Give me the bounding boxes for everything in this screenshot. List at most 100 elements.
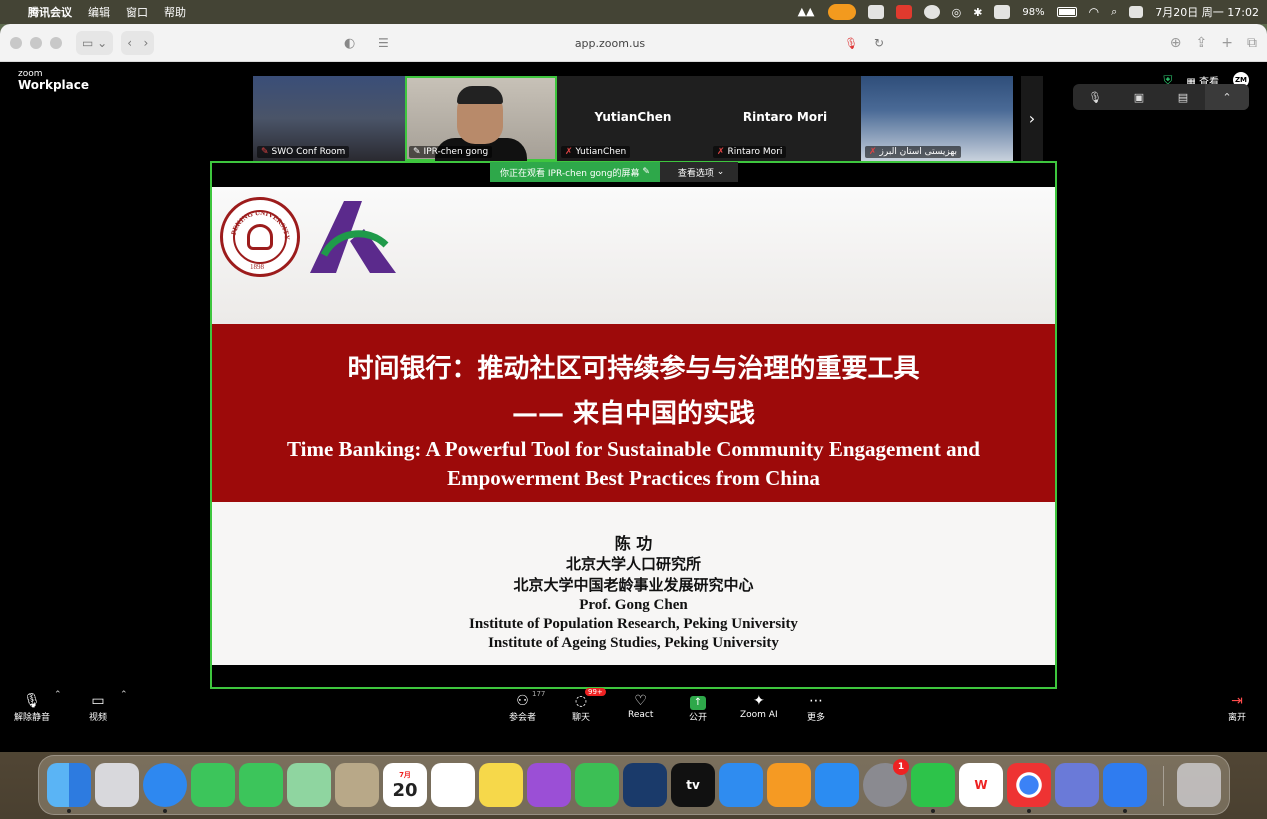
tile-display-name: Rintaro Mori bbox=[742, 110, 828, 124]
gallery-next-button[interactable]: › bbox=[1021, 76, 1043, 161]
calendar-month: 7月 bbox=[399, 770, 411, 779]
react-button[interactable]: ♡ React bbox=[628, 692, 653, 720]
numbers-icon[interactable] bbox=[575, 763, 619, 807]
tencent-meeting-icon[interactable] bbox=[1103, 763, 1147, 813]
toolbar-right: ⊕ ⇪ + ⧉ bbox=[1170, 35, 1257, 51]
view-options-button[interactable]: 查看选项 ⌄ bbox=[659, 162, 739, 182]
zoom-ai-button[interactable]: ✦ Zoom AI bbox=[740, 692, 778, 720]
slide-header: PEKING UNIVERSITY 1898 bbox=[212, 187, 1055, 324]
wechat-tray-icon[interactable] bbox=[923, 5, 940, 19]
bluetooth-icon[interactable]: ✱ bbox=[973, 6, 982, 19]
tray-app-icon[interactable] bbox=[895, 5, 912, 19]
privacy-shield-icon[interactable]: ◐ bbox=[344, 36, 355, 51]
menu-bar: 腾讯会议 编辑 窗口 帮助 ▲▲ ◎ ✱ 98% ◠ ⌕ 7月20日 周一 17… bbox=[0, 0, 1267, 24]
mic-in-use-icon[interactable] bbox=[827, 4, 856, 20]
share-arrow-icon: ↑ bbox=[690, 696, 706, 710]
facetime-icon[interactable] bbox=[191, 763, 235, 807]
trash-icon[interactable] bbox=[1177, 763, 1221, 807]
share-icon[interactable]: ⇪ bbox=[1196, 35, 1208, 51]
tile-name: ✎ IPR-chen gong bbox=[409, 146, 493, 158]
tray-app-icon[interactable] bbox=[867, 5, 884, 19]
zoom-logo: zoom Workplace bbox=[18, 69, 89, 91]
url-text[interactable]: app.zoom.us bbox=[575, 37, 645, 50]
menu-app-name[interactable]: 腾讯会议 bbox=[28, 4, 72, 20]
notes-icon[interactable] bbox=[479, 763, 523, 807]
chat-button[interactable]: ◌ 聊天 bbox=[572, 692, 590, 723]
menu-clock[interactable]: 7月20日 周一 17:02 bbox=[1155, 4, 1259, 20]
apple-tv-icon[interactable]: tv bbox=[671, 763, 715, 807]
reminders-icon[interactable] bbox=[431, 763, 475, 807]
freeform-icon[interactable] bbox=[623, 763, 667, 807]
video-tile-yutianchen[interactable]: YutianChen ✗ YutianChen bbox=[557, 76, 709, 161]
video-button[interactable]: ▭ 视频 bbox=[89, 692, 107, 723]
wps-icon[interactable]: W bbox=[959, 763, 1003, 807]
window-controls bbox=[10, 36, 62, 49]
share-screen-button[interactable]: ↑ 公开 bbox=[689, 692, 707, 723]
app-store-icon[interactable] bbox=[815, 763, 859, 807]
video-tile-alborz[interactable]: ✗ بهزیستی استان البرز bbox=[861, 76, 1013, 161]
page-menu-icon[interactable]: ☰ bbox=[378, 36, 389, 50]
settings-badge: 1 bbox=[893, 759, 909, 775]
system-settings-icon[interactable]: 1 bbox=[863, 759, 909, 807]
back-forward-buttons[interactable]: ‹ › bbox=[121, 30, 155, 55]
affiliation-en-1: Institute of Population Research, Peking… bbox=[469, 616, 798, 632]
slide-author-block: 陈 功 北京大学人口研究所 北京大学中国老龄事业发展研究中心 Prof. Gon… bbox=[212, 502, 1055, 665]
close-window-button[interactable] bbox=[10, 36, 22, 49]
mic-icon[interactable]: 🎙 bbox=[1073, 84, 1117, 110]
wifi-icon[interactable]: ◠ bbox=[1089, 5, 1099, 19]
chevron-up-icon[interactable]: ⌃ bbox=[120, 690, 128, 700]
remote-app-icon[interactable] bbox=[1055, 763, 1099, 807]
downloads-icon[interactable]: ⊕ bbox=[1170, 35, 1182, 51]
tab-overview-icon[interactable]: ⧉ bbox=[1247, 35, 1257, 51]
video-tile-ipr-chen-gong[interactable]: ✎ IPR-chen gong bbox=[405, 76, 557, 161]
author-name-cn: 陈 功 bbox=[614, 534, 653, 553]
minimize-window-button[interactable] bbox=[30, 36, 42, 49]
video-tile-swo[interactable]: ✎ SWO Conf Room bbox=[253, 76, 405, 161]
input-method-icon[interactable] bbox=[994, 5, 1011, 19]
react-label: React bbox=[628, 710, 654, 720]
video-gallery: ✎ SWO Conf Room ✎ IPR-chen gong YutianChen… bbox=[253, 76, 1013, 161]
unmute-button[interactable]: 🎙 解除静音 bbox=[14, 692, 50, 723]
chevron-up-icon[interactable]: ⌃ bbox=[1205, 84, 1249, 110]
mic-active-icon[interactable]: 🎙 bbox=[844, 37, 858, 50]
chevron-up-icon[interactable]: ⌃ bbox=[54, 690, 62, 700]
dock-separator bbox=[1163, 766, 1164, 806]
control-center-icon[interactable] bbox=[1129, 6, 1144, 18]
reload-icon[interactable]: ↻ bbox=[874, 36, 884, 50]
share-label: 公开 bbox=[689, 713, 708, 723]
tile-name: ✗ بهزیستی استان البرز bbox=[865, 146, 962, 158]
chrome-icon[interactable] bbox=[1007, 763, 1051, 813]
address-bar[interactable]: ◐ ☰ app.zoom.us 🎙 ↻ bbox=[330, 31, 890, 55]
finder-icon[interactable] bbox=[47, 763, 91, 813]
spotlight-search-icon[interactable]: ⌕ bbox=[1111, 5, 1117, 19]
pages-icon[interactable] bbox=[767, 763, 811, 807]
affiliation-cn-2: 北京大学中国老龄事业发展研究中心 bbox=[513, 576, 754, 594]
video-tile-rintaro-mori[interactable]: Rintaro Mori ✗ Rintaro Mori bbox=[709, 76, 861, 161]
safari-icon[interactable] bbox=[143, 763, 187, 813]
more-icon: ⋯ bbox=[809, 693, 823, 709]
more-button[interactable]: ⋯ 更多 bbox=[807, 692, 825, 723]
podcasts-icon[interactable] bbox=[527, 763, 571, 807]
sidebar-toggle-button[interactable]: ▭ ⌄ bbox=[76, 30, 114, 55]
contacts-icon[interactable] bbox=[335, 763, 379, 807]
launchpad-icon[interactable] bbox=[95, 763, 139, 807]
leave-button[interactable]: ⇥ 离开 bbox=[1228, 692, 1246, 723]
zoom-window-button[interactable] bbox=[50, 36, 62, 49]
forward-icon: › bbox=[143, 35, 149, 50]
messages-icon[interactable] bbox=[239, 763, 283, 807]
screen-icon[interactable]: ▤ bbox=[1161, 84, 1205, 110]
tile-name: ✗ YutianChen bbox=[561, 146, 631, 158]
calendar-icon[interactable]: 7月 20 bbox=[383, 763, 427, 807]
menu-window[interactable]: 窗口 bbox=[126, 4, 148, 20]
menu-edit[interactable]: 编辑 bbox=[88, 4, 110, 20]
airdrop-icon[interactable]: ◎ bbox=[952, 6, 962, 19]
menu-help[interactable]: 帮助 bbox=[164, 4, 186, 20]
keynote-icon[interactable] bbox=[719, 763, 763, 807]
peking-university-seal-logo: PEKING UNIVERSITY 1898 bbox=[220, 197, 300, 277]
video-off-icon[interactable]: ▣ bbox=[1117, 84, 1161, 110]
battery-icon[interactable] bbox=[1056, 7, 1077, 17]
new-tab-icon[interactable]: + bbox=[1221, 35, 1233, 51]
wechat-icon[interactable] bbox=[911, 763, 955, 813]
tray-app-icon[interactable]: ▲▲ bbox=[798, 5, 816, 19]
maps-icon[interactable] bbox=[287, 763, 331, 807]
